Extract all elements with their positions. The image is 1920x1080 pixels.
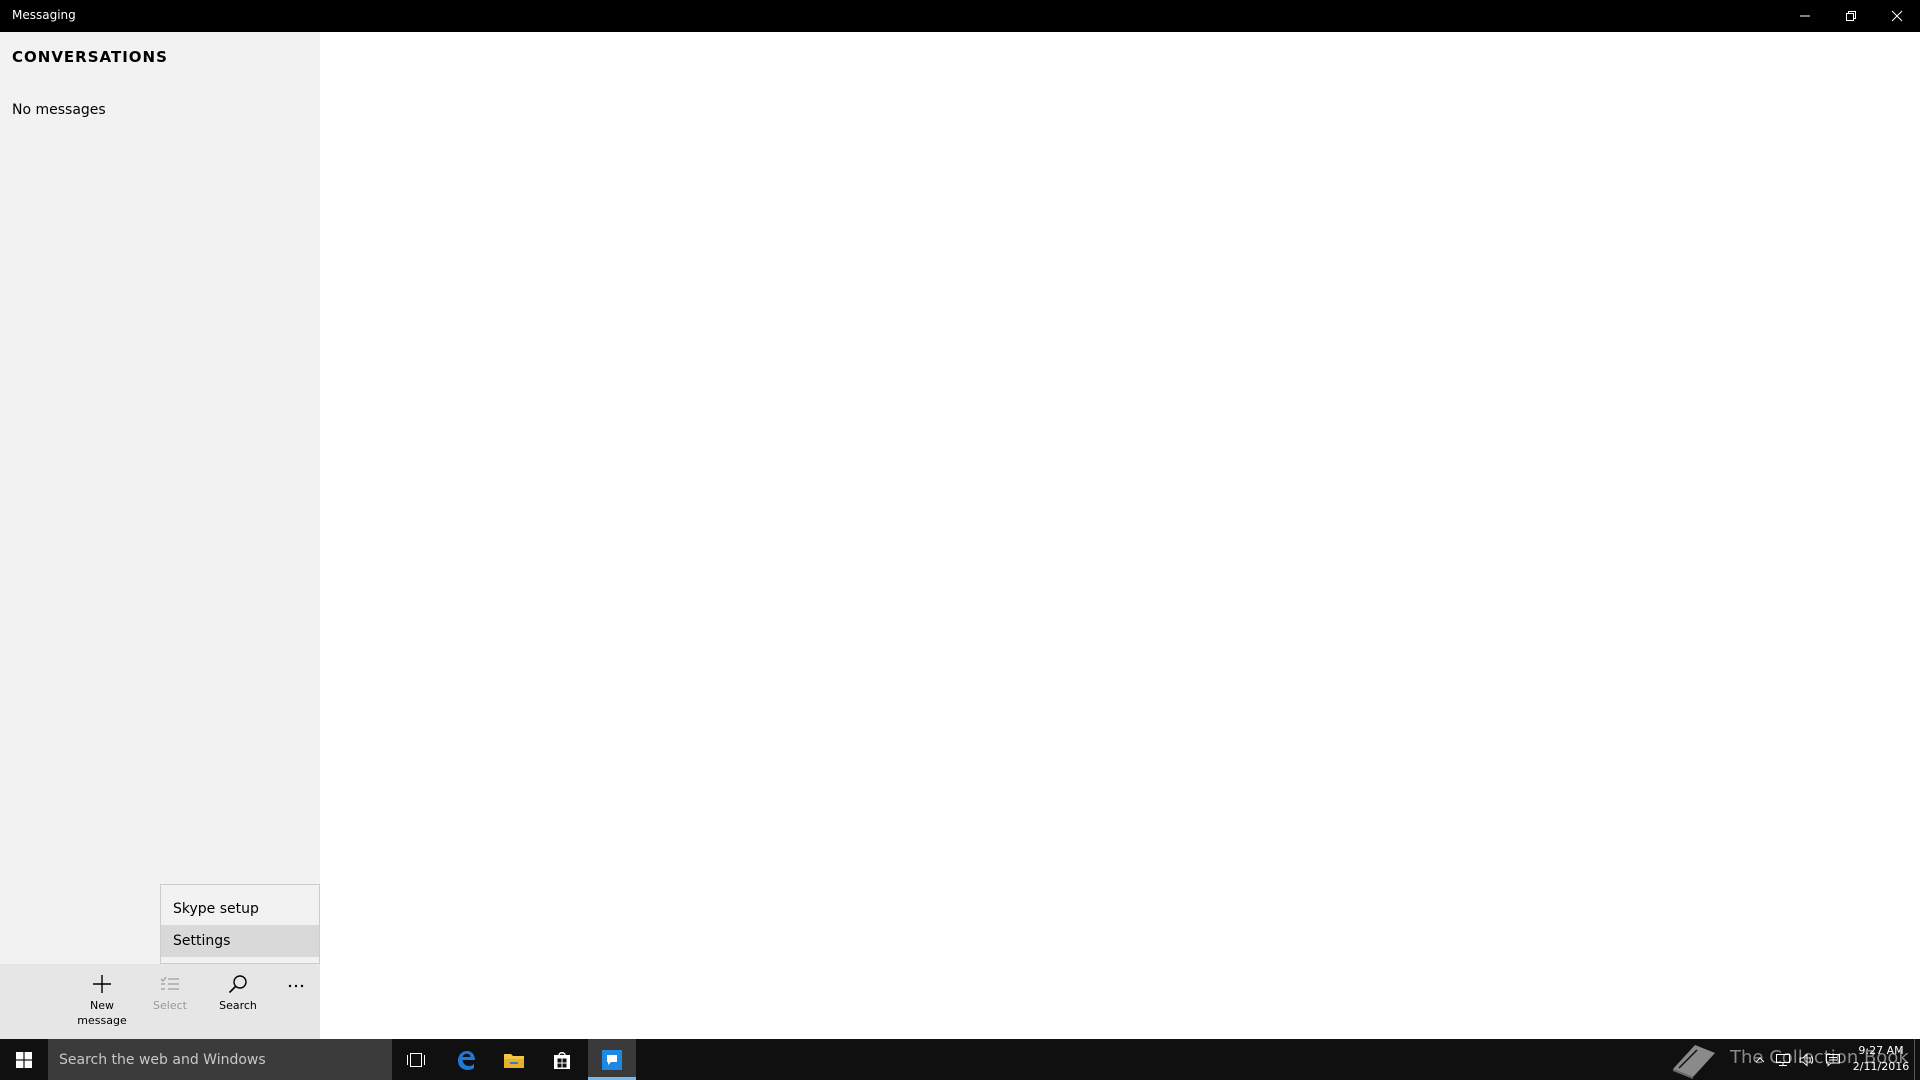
clock-time: 9:27 AM	[1858, 1044, 1904, 1057]
volume-icon	[1799, 1052, 1814, 1067]
new-message-label-line2: message	[77, 1014, 127, 1027]
taskbar-search-box[interactable]	[48, 1039, 392, 1080]
task-view-icon	[407, 1052, 425, 1067]
new-message-button[interactable]: New message	[70, 974, 134, 1036]
folder-icon	[504, 1053, 524, 1068]
messaging-taskbar-button[interactable]	[588, 1039, 636, 1080]
book-tray-icon	[1666, 1039, 1722, 1080]
search-icon	[228, 975, 247, 994]
windows-logo-icon	[16, 1051, 32, 1068]
network-icon	[1776, 1053, 1790, 1066]
restore-button[interactable]	[1828, 0, 1874, 32]
plus-icon	[93, 975, 111, 993]
taskbar-clock[interactable]: 9:27 AM 2/11/2016	[1846, 1043, 1916, 1075]
action-center-button[interactable]	[1822, 1039, 1844, 1080]
select-list-icon	[160, 976, 179, 990]
search-button[interactable]: Search	[206, 974, 270, 1036]
search-label: Search	[219, 999, 257, 1012]
edge-icon	[458, 1050, 475, 1070]
minimize-button[interactable]	[1782, 0, 1828, 32]
chevron-up-icon	[1755, 1056, 1765, 1062]
restore-icon	[1846, 11, 1856, 21]
more-menu: Skype setup Settings	[160, 884, 320, 964]
taskbar: The Collection Book 9:27 AM 2/11/2016	[0, 1039, 1920, 1080]
close-button[interactable]	[1874, 0, 1920, 32]
clock-date: 2/11/2016	[1852, 1060, 1910, 1073]
action-center-icon	[1826, 1053, 1840, 1067]
show-hidden-icons-button[interactable]	[1752, 1039, 1768, 1080]
start-button[interactable]	[0, 1039, 48, 1080]
taskbar-search-input[interactable]	[48, 1039, 392, 1080]
network-tray-button[interactable]	[1772, 1039, 1794, 1080]
book-icon	[1673, 1044, 1715, 1079]
task-view-button[interactable]	[392, 1039, 440, 1080]
new-message-label-line1: New	[90, 999, 114, 1012]
messaging-icon	[602, 1049, 622, 1070]
no-messages-text: No messages	[12, 102, 106, 118]
conversations-heading: CONVERSATIONS	[12, 48, 168, 66]
new-message-label: New message	[70, 998, 134, 1028]
title-bar: Messaging	[0, 0, 1920, 32]
close-icon	[1891, 10, 1903, 22]
show-desktop-button[interactable]	[1914, 1039, 1920, 1080]
store-taskbar-button[interactable]	[538, 1039, 586, 1080]
store-bag-icon	[554, 1051, 570, 1069]
file-explorer-taskbar-button[interactable]	[490, 1039, 538, 1080]
select-label: Select	[153, 999, 187, 1012]
menu-item-settings[interactable]: Settings	[161, 925, 319, 957]
edge-taskbar-button[interactable]	[442, 1039, 490, 1080]
more-button[interactable]	[276, 978, 316, 1040]
window-title: Messaging	[12, 8, 76, 22]
menu-item-skype-setup[interactable]: Skype setup	[161, 893, 319, 925]
conversation-view	[320, 32, 1920, 1039]
app-bar: New message Select Search	[0, 964, 320, 1039]
more-icon	[288, 984, 304, 988]
select-button[interactable]: Select	[138, 974, 202, 1036]
minimize-icon	[1800, 15, 1810, 17]
volume-tray-button[interactable]	[1796, 1039, 1818, 1080]
